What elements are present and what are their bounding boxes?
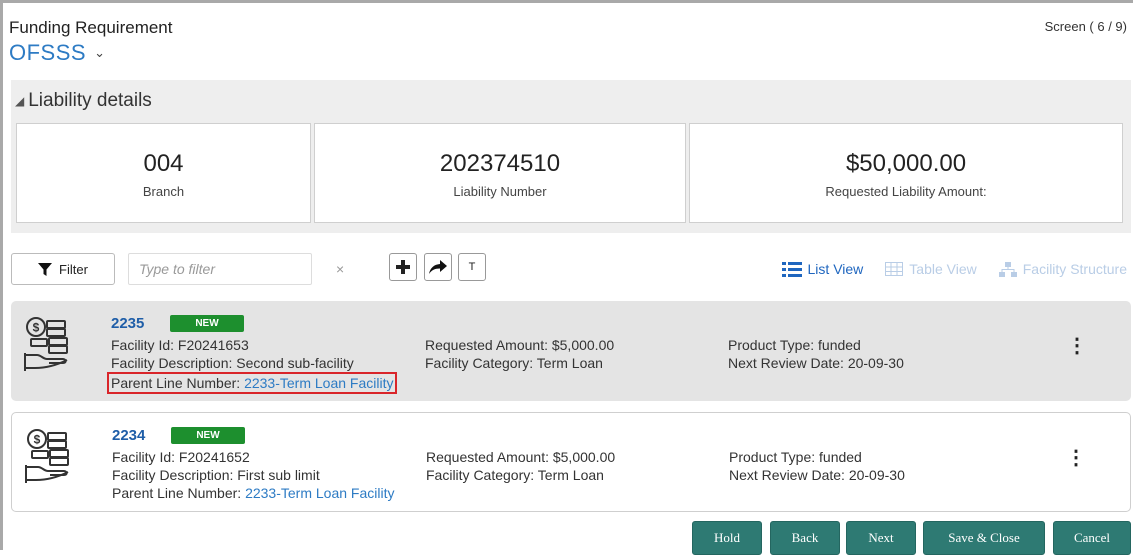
liability-number-card: 202374510 Liability Number [314,123,686,223]
requested-amount-card: $50,000.00 Requested Liability Amount: [689,123,1123,223]
facility-details-col: Facility Id: F20241653 Facility Descript… [107,336,398,394]
facility-number[interactable]: 2235 [111,315,144,332]
product-details-col: Product Type: funded Next Review Date: 2… [728,336,904,372]
app-selector[interactable]: OFSSS ⌄ [9,40,105,66]
product-type: Product Type: funded [729,449,862,465]
share-arrow-icon [429,260,447,274]
facility-description: Facility Description: Second sub-facilit… [111,355,354,371]
liability-section-header[interactable]: ◢ Liability details [15,90,152,112]
facility-number[interactable]: 2234 [112,427,145,444]
list-view-tab[interactable]: List View [781,261,864,277]
page-title: Funding Requirement [9,18,173,37]
filter-icon [38,262,53,276]
clear-filter-icon[interactable]: × [336,261,344,277]
money-hand-icon: $ [24,317,68,371]
view-switcher: List View Table View Facility Structure [781,261,1127,277]
facility-description: Facility Description: First sub limit [112,467,320,483]
app-name: OFSSS [9,40,87,65]
filter-label: Filter [59,261,88,277]
facility-category: Facility Category: Term Loan [425,355,603,371]
next-review-date: Next Review Date: 20-09-30 [729,467,905,483]
collapse-triangle-icon: ◢ [15,94,25,108]
screen-indicator: Screen ( 6 / 9) [1044,19,1127,34]
amount-details-col: Requested Amount: $5,000.00 Facility Cat… [425,336,614,372]
chevron-down-icon: ⌄ [94,45,106,60]
facility-id: Facility Id: F20241653 [111,337,249,353]
share-button[interactable] [424,253,452,281]
product-details-col: Product Type: funded Next Review Date: 2… [729,448,905,484]
requested-amount-value: $50,000.00 [845,150,967,177]
facility-details-col: Facility Id: F20241652 Facility Descript… [112,448,394,502]
filter-button[interactable]: Filter [11,253,115,285]
table-icon [885,262,904,276]
facility-structure-tab[interactable]: Facility Structure [998,261,1127,277]
status-badge: NEW [171,427,245,444]
next-review-date: Next Review Date: 20-09-30 [728,355,904,371]
hierarchy-icon [998,261,1017,277]
status-badge: NEW [170,315,244,332]
list-icon [781,261,802,277]
branch-value: 004 [143,150,184,177]
text-button[interactable]: T [458,253,486,281]
parent-line: Parent Line Number: 2233-Term Loan Facil… [112,484,394,502]
table-view-tab[interactable]: Table View [885,261,977,277]
parent-line-link[interactable]: 2233-Term Loan Facility [244,375,393,391]
parent-line-link[interactable]: 2233-Term Loan Facility [245,485,394,501]
plus-icon [396,260,410,274]
svg-text:$: $ [34,433,41,447]
liability-number-value: 202374510 [439,150,561,177]
facility-row[interactable]: $ 2234 NEW Facility Id: F20241652 Facili… [11,412,1131,512]
filter-input[interactable]: Type to filter [128,253,312,285]
facility-category: Facility Category: Term Loan [426,467,604,483]
requested-amount: Requested Amount: $5,000.00 [425,337,615,353]
requested-amount-label: Requested Liability Amount: [825,184,987,199]
parent-line-highlight: Parent Line Number: 2233-Term Loan Facil… [107,372,398,394]
facility-row[interactable]: $ 2235 NEW Facility Id: F20241653 Facili… [11,301,1131,401]
product-type: Product Type: funded [728,337,861,353]
svg-text:$: $ [33,321,40,335]
more-options-icon[interactable]: ⋮ [1067,333,1087,358]
parent-line-label: Parent Line Number: [112,485,246,501]
list-view-label: List View [807,261,864,277]
add-button[interactable] [389,253,417,281]
requested-amount: Requested Amount: $5,000.00 [426,449,616,465]
liability-section: ◢ Liability details 004 Branch 202374510 … [11,80,1131,233]
liability-number-label: Liability Number [453,184,547,199]
table-view-label: Table View [909,261,977,277]
facility-id: Facility Id: F20241652 [112,449,250,465]
list-toolbar: Filter Type to filter × T List View Tabl… [11,253,1131,287]
liability-section-title: Liability details [28,90,152,111]
branch-card: 004 Branch [16,123,311,223]
screen-frame: Funding Requirement Screen ( 6 / 9) OFSS… [0,0,1133,555]
more-options-icon[interactable]: ⋮ [1066,445,1086,470]
amount-details-col: Requested Amount: $5,000.00 Facility Cat… [426,448,615,484]
parent-line-label: Parent Line Number: [111,375,245,391]
money-hand-icon: $ [25,429,69,483]
branch-label: Branch [142,184,185,199]
facility-structure-label: Facility Structure [1022,261,1127,277]
